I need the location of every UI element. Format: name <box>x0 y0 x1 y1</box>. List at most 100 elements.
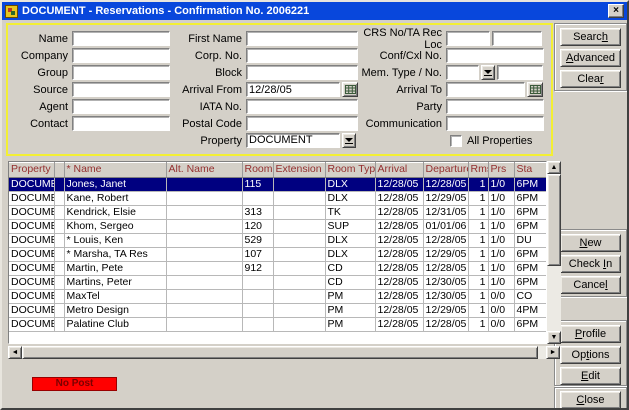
cell-prs[interactable]: 1/0 <box>488 177 514 191</box>
cell-prs[interactable]: 0/0 <box>488 289 514 303</box>
cell-property[interactable]: DOCUME <box>9 317 54 331</box>
cell-alt-name[interactable] <box>166 233 242 247</box>
cell-arrival[interactable]: 12/28/05 <box>375 289 423 303</box>
mem-type-dropdown-button[interactable] <box>481 65 495 80</box>
cell-rms[interactable]: 1 <box>468 177 488 191</box>
first-name-input[interactable] <box>246 31 358 46</box>
cell-extension[interactable] <box>273 261 325 275</box>
cell-status[interactable]: 6PM <box>514 191 546 205</box>
cell-flag[interactable] <box>54 191 64 205</box>
cell-room[interactable]: 107 <box>242 247 273 261</box>
new-button[interactable]: New <box>560 234 621 252</box>
table-row[interactable]: DOCUME MaxTel PM 12/28/05 12/30/05 1 0/0… <box>9 289 546 303</box>
close-icon[interactable]: × <box>608 4 624 18</box>
cell-status[interactable]: 6PM <box>514 317 546 331</box>
cell-name[interactable]: * Marsha, TA Res <box>64 247 166 261</box>
cell-alt-name[interactable] <box>166 317 242 331</box>
source-input[interactable] <box>72 82 170 97</box>
cell-room[interactable] <box>242 275 273 289</box>
cell-rms[interactable]: 1 <box>468 317 488 331</box>
cell-extension[interactable] <box>273 317 325 331</box>
cell-departure[interactable]: 12/30/05 <box>423 275 468 289</box>
arrival-to-input[interactable] <box>446 82 525 97</box>
cell-room[interactable]: 529 <box>242 233 273 247</box>
cell-room[interactable] <box>242 303 273 317</box>
cell-extension[interactable] <box>273 233 325 247</box>
cell-arrival[interactable]: 12/28/05 <box>375 233 423 247</box>
cell-prs[interactable]: 1/0 <box>488 247 514 261</box>
cell-rms[interactable]: 1 <box>468 275 488 289</box>
cell-arrival[interactable]: 12/28/05 <box>375 247 423 261</box>
table-row[interactable]: DOCUME Metro Design PM 12/28/05 12/29/05… <box>9 303 546 317</box>
cell-arrival[interactable]: 12/28/05 <box>375 275 423 289</box>
table-row[interactable]: DOCUME * Louis, Ken 529 DLX 12/28/05 12/… <box>9 233 546 247</box>
cell-rms[interactable]: 1 <box>468 303 488 317</box>
cell-status[interactable]: 6PM <box>514 261 546 275</box>
close-button[interactable]: Close <box>560 391 621 409</box>
cell-extension[interactable] <box>273 205 325 219</box>
block-input[interactable] <box>246 65 358 80</box>
cell-arrival[interactable]: 12/28/05 <box>375 303 423 317</box>
name-input[interactable] <box>72 31 170 46</box>
cell-name[interactable]: Jones, Janet <box>64 177 166 191</box>
cell-arrival[interactable]: 12/28/05 <box>375 205 423 219</box>
cell-room[interactable]: 115 <box>242 177 273 191</box>
company-input[interactable] <box>72 48 170 63</box>
cell-property[interactable]: DOCUME <box>9 289 54 303</box>
cell-room-type[interactable]: SUP <box>325 219 375 233</box>
arrival-from-input[interactable] <box>246 82 340 97</box>
cell-flag[interactable] <box>54 177 64 191</box>
cell-departure[interactable]: 12/28/05 <box>423 233 468 247</box>
cell-flag[interactable] <box>54 261 64 275</box>
cell-room[interactable] <box>242 191 273 205</box>
all-properties-checkbox[interactable] <box>450 135 462 147</box>
table-row[interactable]: DOCUME Kendrick, Elsie 313 TK 12/28/05 1… <box>9 205 546 219</box>
cell-rms[interactable]: 1 <box>468 289 488 303</box>
cell-departure[interactable]: 12/29/05 <box>423 191 468 205</box>
mem-type-input[interactable] <box>446 65 479 80</box>
table-row[interactable]: DOCUME Jones, Janet 115 DLX 12/28/05 12/… <box>9 177 546 191</box>
cell-status[interactable]: 6PM <box>514 177 546 191</box>
cell-prs[interactable]: 1/0 <box>488 219 514 233</box>
cell-prs[interactable]: 1/0 <box>488 261 514 275</box>
cell-extension[interactable] <box>273 303 325 317</box>
cell-prs[interactable]: 1/0 <box>488 191 514 205</box>
cell-status[interactable]: 6PM <box>514 205 546 219</box>
cell-flag[interactable] <box>54 303 64 317</box>
cell-room-type[interactable]: DLX <box>325 191 375 205</box>
cell-status[interactable]: 6PM <box>514 219 546 233</box>
cell-extension[interactable] <box>273 275 325 289</box>
cell-property[interactable]: DOCUME <box>9 191 54 205</box>
cell-room-type[interactable]: PM <box>325 289 375 303</box>
table-row[interactable]: DOCUME Khom, Sergeo 120 SUP 12/28/05 01/… <box>9 219 546 233</box>
cell-extension[interactable] <box>273 219 325 233</box>
arrival-to-calendar-button[interactable] <box>527 82 543 97</box>
cell-status[interactable]: DU <box>514 233 546 247</box>
cell-rms[interactable]: 1 <box>468 191 488 205</box>
vertical-scrollbar[interactable]: ▲ ▼ <box>547 161 561 344</box>
cell-extension[interactable] <box>273 177 325 191</box>
cell-property[interactable]: DOCUME <box>9 303 54 317</box>
table-row[interactable]: DOCUME Palatine Club PM 12/28/05 12/28/0… <box>9 317 546 331</box>
cell-flag[interactable] <box>54 275 64 289</box>
cell-room-type[interactable]: DLX <box>325 177 375 191</box>
party-input[interactable] <box>446 99 544 114</box>
cell-name[interactable]: Kendrick, Elsie <box>64 205 166 219</box>
cell-flag[interactable] <box>54 205 64 219</box>
options-button[interactable]: Options <box>560 346 621 364</box>
cell-departure[interactable]: 12/30/05 <box>423 289 468 303</box>
conf-cxl-input[interactable] <box>446 48 544 63</box>
cell-room-type[interactable]: PM <box>325 303 375 317</box>
cell-departure[interactable]: 12/29/05 <box>423 303 468 317</box>
agent-input[interactable] <box>72 99 170 114</box>
crs-no-input[interactable] <box>446 31 490 46</box>
cell-room-type[interactable]: DLX <box>325 247 375 261</box>
ta-rec-loc-input[interactable] <box>492 31 542 46</box>
cell-rms[interactable]: 1 <box>468 233 488 247</box>
cell-departure[interactable]: 12/28/05 <box>423 261 468 275</box>
cell-name[interactable]: Martin, Pete <box>64 261 166 275</box>
cell-room-type[interactable]: PM <box>325 317 375 331</box>
cell-extension[interactable] <box>273 191 325 205</box>
cell-property[interactable]: DOCUME <box>9 247 54 261</box>
cell-name[interactable]: Palatine Club <box>64 317 166 331</box>
